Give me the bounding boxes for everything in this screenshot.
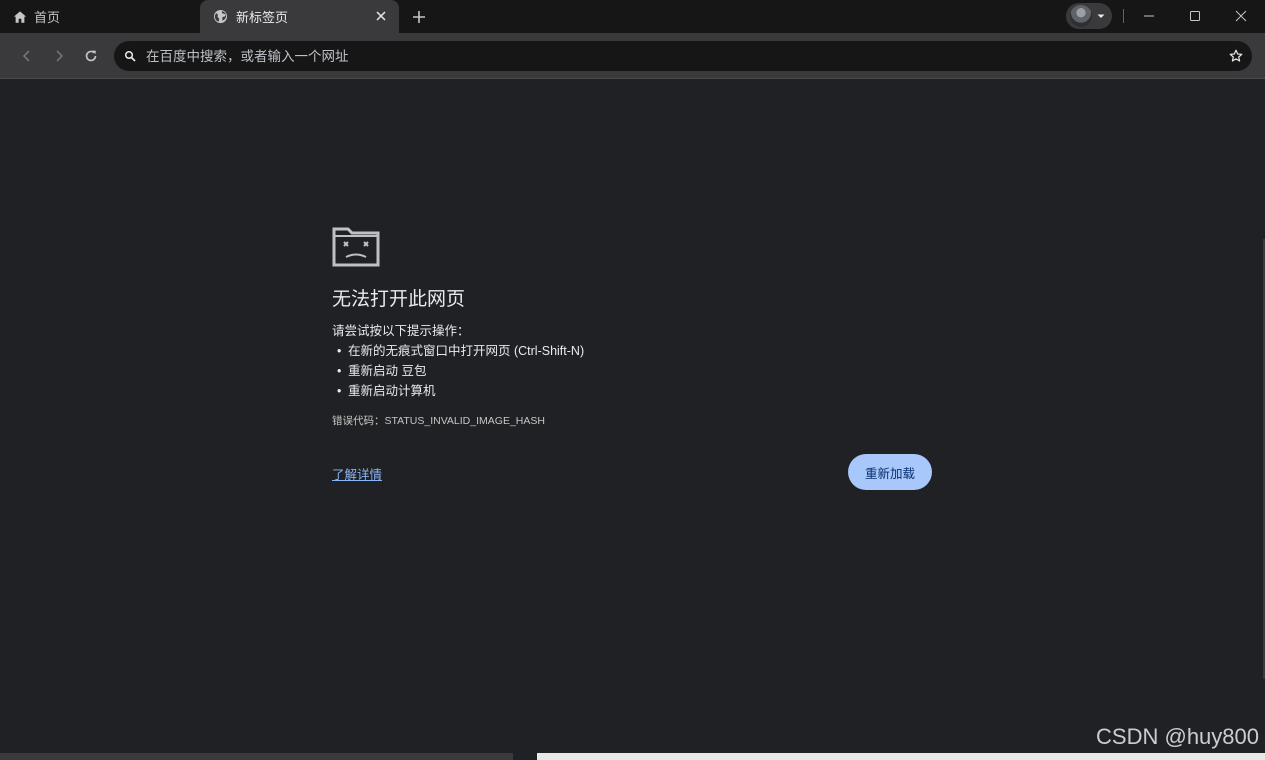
learn-more-link[interactable]: 了解详情 [332, 464, 382, 483]
error-code: 错误代码：STATUS_INVALID_IMAGE_HASH [332, 415, 545, 427]
forward-button[interactable] [49, 46, 69, 66]
reload-button[interactable] [81, 46, 101, 66]
search-icon [124, 50, 136, 62]
toolbar-divider [1123, 9, 1124, 23]
star-icon [1229, 49, 1243, 62]
suggestion-item: 重新启动 豆包 [332, 361, 932, 381]
taskbar-strip-right [537, 753, 1265, 760]
omnibox-input[interactable] [146, 48, 1228, 64]
browser-window: 首页 新标签页 在百度中搜索，或者输入一个网址 无法打开此网页 请尝试按以下提示… [0, 0, 1265, 760]
tab-close-button[interactable] [373, 8, 389, 24]
close-icon [1235, 10, 1247, 22]
maximize-icon [1190, 11, 1200, 21]
reload-page-button[interactable]: 重新加载 [848, 454, 932, 490]
tab-label: 新标签页 [236, 10, 289, 25]
suggestion-item: 重新启动计算机 [332, 381, 932, 401]
suggestion-label: 请尝试按以下提示操作： [332, 324, 470, 338]
minimize-button[interactable] [1139, 6, 1159, 26]
back-arrow-icon [22, 50, 30, 62]
page-content: 无法打开此网页 请尝试按以下提示操作： 在新的无痕式窗口中打开网页 (Ctrl-… [0, 79, 1265, 760]
new-tab-button[interactable] [409, 7, 429, 27]
chevron-down-icon [1097, 14, 1105, 18]
tab-strip: 首页 新标签页 [0, 0, 1265, 33]
sad-page-icon [332, 227, 380, 267]
toolbar [0, 33, 1265, 79]
bookmark-star-button[interactable] [1228, 48, 1244, 64]
tab-new-tab[interactable]: 新标签页 [200, 0, 399, 33]
maximize-button[interactable] [1185, 6, 1205, 26]
error-actions: 了解详情 重新加载 [332, 454, 932, 490]
error-panel: 无法打开此网页 请尝试按以下提示操作： 在新的无痕式窗口中打开网页 (Ctrl-… [332, 225, 932, 490]
tab-home[interactable]: 首页 [0, 0, 199, 33]
close-icon [376, 11, 386, 21]
back-button[interactable] [17, 46, 37, 66]
suggestion-list: 在新的无痕式窗口中打开网页 (Ctrl-Shift-N) 重新启动 豆包 重新启… [332, 341, 932, 401]
forward-arrow-icon [56, 50, 64, 62]
avatar [1070, 5, 1092, 27]
profile-button[interactable] [1066, 3, 1112, 29]
window-close-button[interactable] [1231, 6, 1251, 26]
tab-label: 首页 [34, 10, 61, 25]
plus-icon [413, 11, 425, 23]
watermark: CSDN @huy800 [1096, 724, 1259, 749]
home-icon [13, 10, 27, 23]
globe-icon [213, 9, 228, 24]
suggestion-item: 在新的无痕式窗口中打开网页 (Ctrl-Shift-N) [332, 341, 932, 361]
error-title: 无法打开此网页 [332, 289, 466, 310]
minimize-icon [1144, 15, 1154, 17]
reload-icon [85, 50, 97, 62]
taskbar-strip [0, 753, 513, 760]
omnibox[interactable] [114, 41, 1252, 71]
